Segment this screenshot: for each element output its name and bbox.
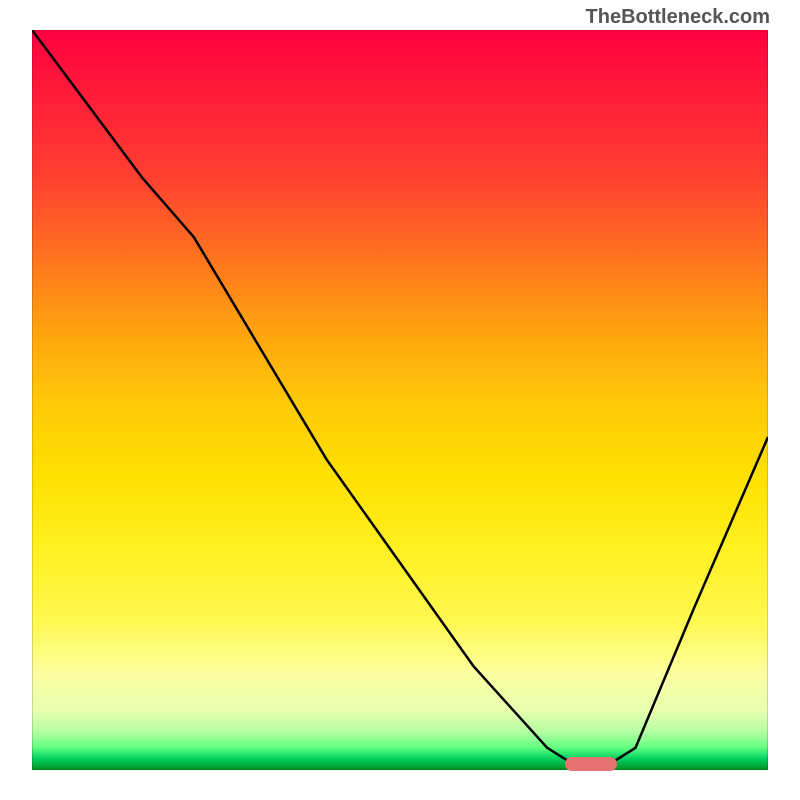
chart-container: TheBottleneck.com bbox=[0, 0, 800, 800]
optimal-marker bbox=[565, 757, 617, 771]
chart-curve bbox=[32, 30, 768, 770]
watermark-label: TheBottleneck.com bbox=[586, 6, 770, 29]
